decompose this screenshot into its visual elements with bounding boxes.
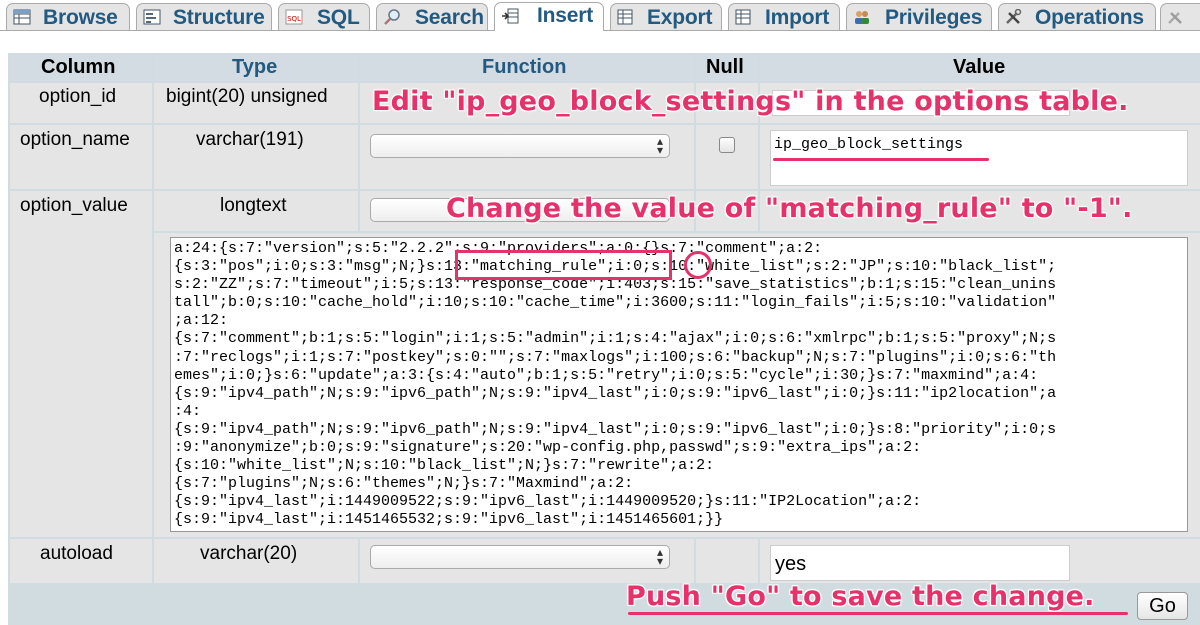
tab-insert[interactable]: Insert [494, 2, 604, 31]
table-row: autoload [10, 539, 152, 583]
tab-label: Search [415, 6, 484, 29]
value-header: Value [953, 56, 1006, 78]
annotation-edit: Edit "ip_geo_block_settings" in the opti… [372, 86, 1129, 117]
column-type: longtext [220, 195, 287, 216]
type-header-cell: Type [154, 55, 358, 81]
type-cell: varchar(20) [154, 539, 358, 583]
type-cell: longtext [154, 191, 358, 231]
null-cell [696, 539, 758, 583]
annotation-push: Push "Go" to save the change. [626, 581, 1095, 612]
value-cell: yes [760, 539, 1200, 583]
tab-sql[interactable]: SQL SQL [278, 3, 370, 30]
underline-mark [628, 612, 1128, 615]
tab-label: Browse [43, 6, 118, 29]
column-name: option_value [20, 195, 128, 216]
privileges-icon [855, 11, 869, 24]
svg-text:SQL: SQL [287, 15, 301, 23]
highlight-circle [684, 251, 712, 279]
tab-more[interactable] [1160, 3, 1200, 30]
column-header: Column [41, 56, 116, 78]
table-row: option_value [10, 191, 152, 537]
import-icon [735, 9, 751, 25]
tab-export[interactable]: Export [610, 3, 722, 30]
tab-import[interactable]: Import [728, 3, 840, 30]
option-value-text: a:24:{s:7:"version";s:5:"2.2.2";s:9:"pro… [174, 240, 1057, 529]
structure-icon [143, 9, 161, 25]
tab-label: Insert [537, 4, 593, 27]
sql-icon: SQL [285, 9, 303, 25]
updown-arrow-icon: ▴ ▾ [656, 134, 663, 157]
tab-operations[interactable]: Operations [998, 3, 1156, 30]
browse-icon [13, 9, 31, 25]
null-header: Null [706, 56, 744, 78]
table-row: option_id [10, 83, 152, 123]
function-header[interactable]: Function [482, 56, 566, 79]
tab-label: Privileges [885, 6, 983, 29]
column-header-cell: Column [10, 55, 152, 81]
tab-label: Import [765, 6, 830, 29]
column-name: option_name [20, 129, 130, 150]
autoload-value: yes [775, 553, 807, 575]
insert-icon [502, 8, 519, 24]
annotation-change: Change the value of "matching_rule" to "… [446, 193, 1133, 224]
updown-arrow-icon: ▴ ▾ [656, 545, 663, 568]
column-type: varchar(20) [200, 543, 298, 564]
type-cell: bigint(20) unsigned [154, 83, 358, 123]
type-cell: varchar(191) [154, 125, 358, 189]
value-cell: ip_geo_block_settings [760, 125, 1200, 189]
null-header-cell: Null [696, 55, 758, 81]
tab-structure[interactable]: Structure [136, 3, 272, 30]
tab-bar: Browse Structure SQL SQL Search Insert E… [0, 0, 1200, 31]
tab-label: SQL [317, 6, 360, 29]
table-row: option_name [10, 125, 152, 189]
option-name-value: ip_geo_block_settings [774, 136, 964, 153]
export-icon [617, 9, 633, 25]
column-type: varchar(191) [196, 129, 304, 150]
option-value-textarea[interactable]: a:24:{s:7:"version";s:5:"2.2.2";s:9:"pro… [170, 237, 1188, 532]
function-header-cell: Function [360, 55, 694, 81]
tab-label: Structure [173, 6, 265, 29]
tab-label: Export [647, 6, 713, 29]
column-name: autoload [40, 543, 113, 564]
operations-icon [1006, 9, 1022, 24]
function-select[interactable]: ▴ ▾ [370, 134, 670, 158]
highlight-box [455, 250, 672, 280]
null-cell [696, 125, 758, 189]
function-cell: ▴ ▾ [360, 125, 694, 189]
more-icon [1168, 12, 1182, 24]
go-button[interactable]: Go [1137, 592, 1188, 620]
tab-privileges[interactable]: Privileges [846, 3, 992, 30]
autoload-input[interactable]: yes [770, 545, 1070, 581]
tab-label: Operations [1035, 6, 1144, 29]
type-header[interactable]: Type [232, 56, 277, 79]
tab-browse[interactable]: Browse [6, 3, 130, 30]
column-type: bigint(20) unsigned [166, 86, 328, 107]
null-checkbox[interactable] [719, 137, 735, 153]
function-select[interactable]: ▴ ▾ [370, 545, 670, 569]
function-cell: ▴ ▾ [360, 539, 694, 583]
tab-search[interactable]: Search [376, 3, 488, 30]
value-header-cell: Value [760, 55, 1200, 81]
underline-mark [773, 158, 989, 161]
search-icon [384, 9, 400, 25]
column-name: option_id [39, 86, 117, 107]
